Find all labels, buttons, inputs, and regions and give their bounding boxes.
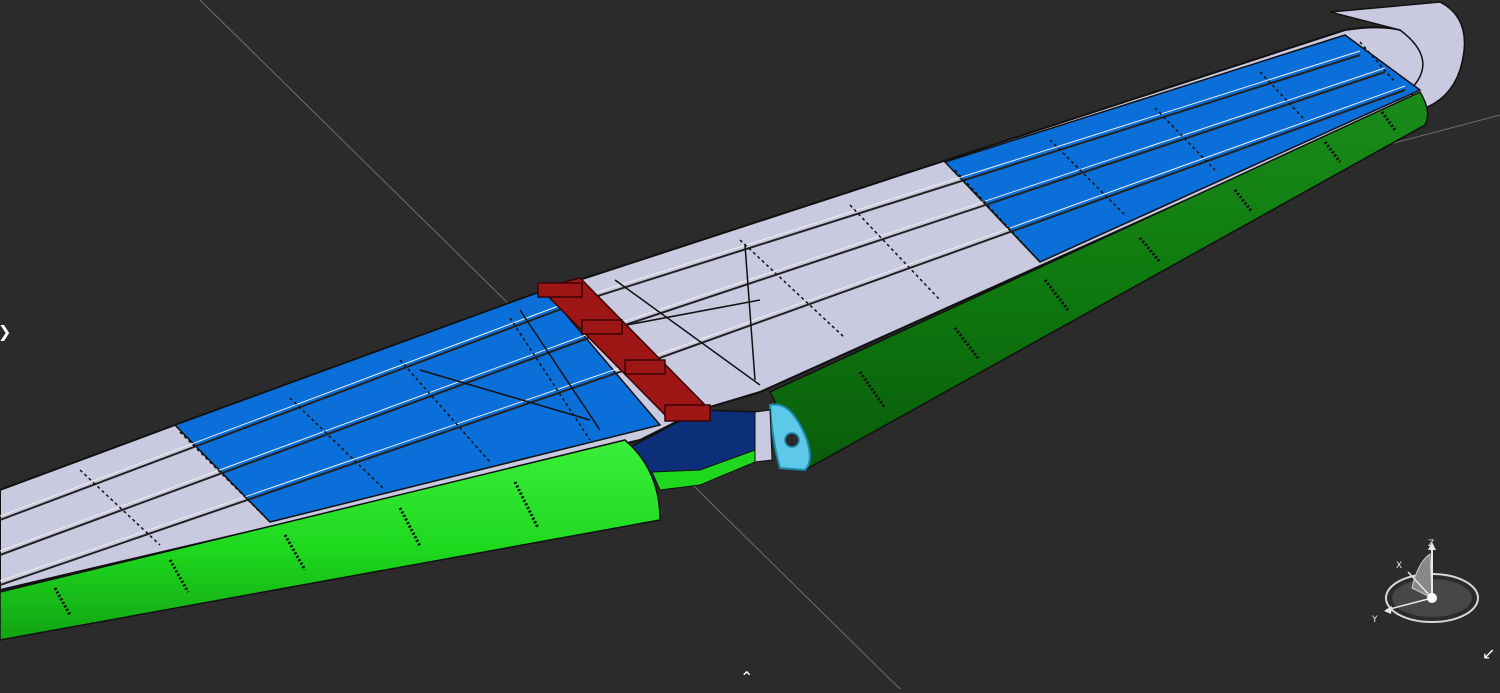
axis-label-x: X	[1396, 561, 1402, 571]
wing-model-render	[0, 0, 1500, 690]
3d-viewport[interactable]: ❯ ⌃ ↙ Z X Y	[0, 0, 1500, 690]
orientation-triad[interactable]: Z X Y	[1360, 532, 1480, 632]
axis-label-y: Y	[1371, 615, 1378, 625]
triad-origin	[1427, 593, 1437, 603]
chevron-right-icon[interactable]: ❯	[0, 324, 11, 340]
diagonal-arrow-icon[interactable]: ↙	[1482, 646, 1495, 662]
axis-label-z: Z	[1428, 539, 1434, 549]
chevron-up-icon[interactable]: ⌃	[740, 670, 753, 686]
spar-web-plate	[754, 409, 773, 463]
